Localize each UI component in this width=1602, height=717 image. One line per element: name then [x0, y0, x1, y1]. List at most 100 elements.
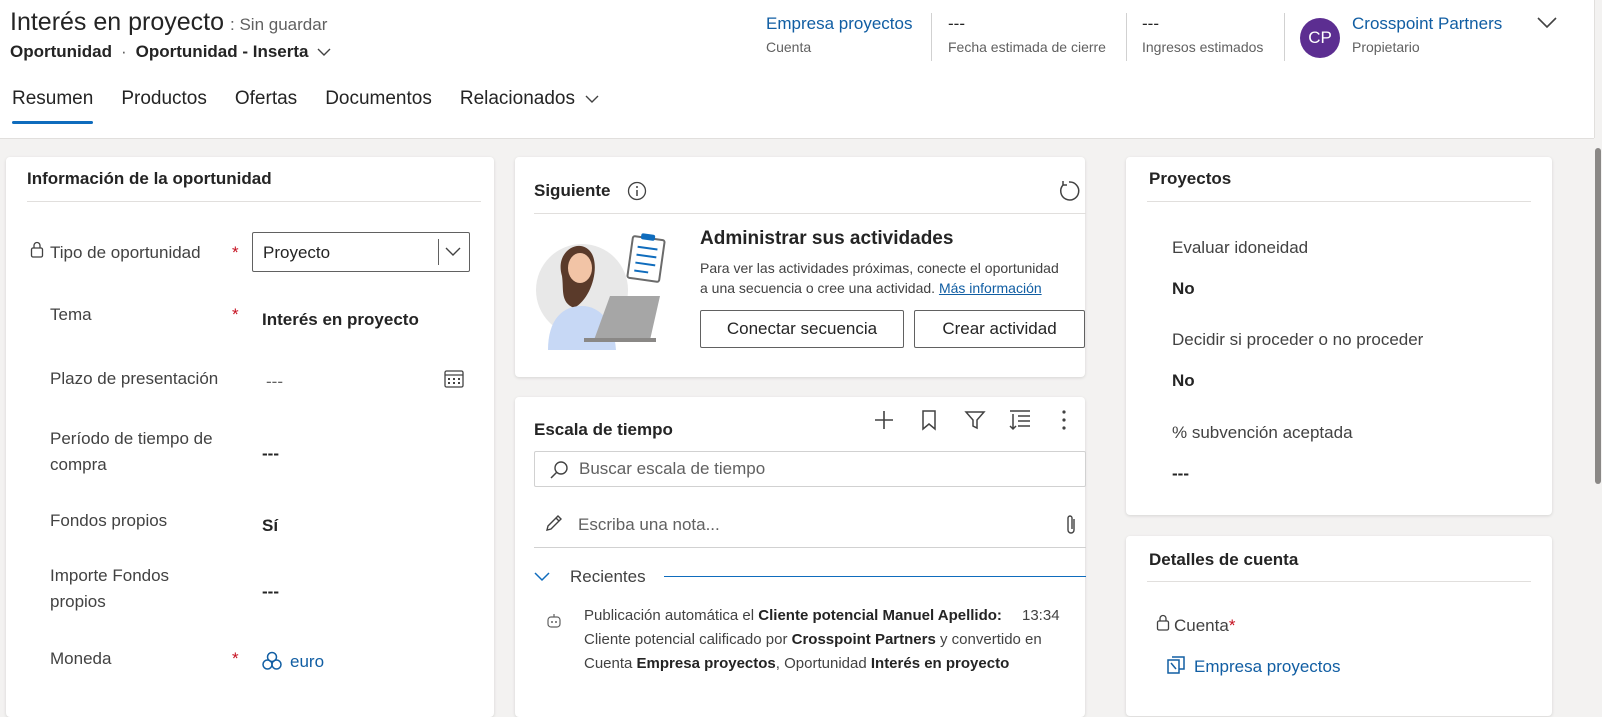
section-title: Información de la oportunidad [27, 169, 272, 188]
sort-icon[interactable] [1008, 409, 1032, 431]
field-label-text: Cuenta [1174, 616, 1229, 635]
post-opportunity: Interés en proyecto [870, 655, 1010, 672]
bot-icon [547, 614, 561, 628]
go-no-go-value[interactable]: No [1172, 371, 1195, 391]
own-funds-amount-value[interactable]: --- [262, 582, 279, 602]
info-icon[interactable] [627, 181, 647, 201]
header-divider [931, 13, 932, 61]
tab-label: Productos [121, 88, 207, 109]
tab-list: Resumen Productos Ofertas Documentos Rel… [12, 88, 627, 124]
required-marker: * [1228, 616, 1236, 635]
field-label-own-funds-amount: Importe Fondos propios [50, 563, 169, 615]
label-line: compra [50, 455, 107, 474]
post-text: Cliente potencial calificado por [584, 631, 788, 648]
create-activity-button[interactable]: Crear actividad [914, 310, 1085, 348]
post-text: Cuenta [584, 655, 633, 672]
pencil-icon [546, 515, 562, 531]
record-subtitle: Oportunidad · Oportunidad - Inserta [10, 42, 331, 62]
post-subject: Cliente potencial Manuel Apellido: [758, 607, 1002, 624]
currency-link[interactable]: euro [290, 652, 324, 672]
own-funds-value[interactable]: Sí [262, 516, 278, 536]
opportunity-type-select[interactable]: Proyecto [252, 232, 470, 272]
filter-icon[interactable] [964, 409, 986, 431]
bookmark-icon[interactable] [920, 409, 938, 431]
field-label-opportunity-type: Tipo de oportunidad [50, 243, 201, 262]
currency-icon [262, 651, 282, 670]
section-divider [27, 201, 481, 202]
refresh-icon[interactable] [1057, 179, 1081, 203]
header-field-close-date: --- Fecha estimada de cierre [948, 14, 1106, 55]
topic-value[interactable]: Interés en proyecto [262, 310, 419, 330]
field-label-account: Cuenta* [1174, 616, 1235, 636]
activities-illustration [536, 233, 666, 350]
save-status: : Sin guardar [230, 15, 328, 34]
label-line: Período de tiempo de [50, 429, 213, 448]
page-scrollbar[interactable] [1594, 138, 1602, 703]
chevron-down-icon [1537, 17, 1557, 29]
section-title: Escala de tiempo [534, 420, 673, 439]
connect-sequence-button[interactable]: Conectar secuencia [700, 310, 904, 348]
scrollbar-thumb[interactable] [1595, 148, 1601, 484]
note-composer[interactable]: Escriba una nota... [534, 503, 1086, 548]
account-entity-icon [1167, 656, 1185, 674]
account-link[interactable]: Empresa proyectos [766, 14, 912, 34]
timeline-search-box[interactable] [534, 451, 1086, 487]
add-icon[interactable] [873, 409, 895, 431]
tab-ofertas[interactable]: Ofertas [235, 88, 297, 124]
more-options-icon[interactable] [1060, 409, 1068, 431]
field-label-topic: Tema [50, 305, 92, 324]
header-field-label: Cuenta [766, 39, 812, 55]
chevron-down-icon [534, 572, 550, 582]
calendar-icon[interactable] [444, 369, 464, 388]
post-text: y convertido en [940, 631, 1042, 648]
record-title-text: Interés en proyecto [10, 8, 225, 36]
header-field-value: --- [1142, 14, 1159, 33]
recent-divider [664, 576, 1086, 577]
field-label-grant-accepted: % subvención aceptada [1172, 423, 1353, 442]
label-line: Importe Fondos [50, 566, 170, 585]
section-title: Siguiente [534, 181, 611, 200]
purchase-timeframe-value[interactable]: --- [262, 444, 279, 464]
chevron-down-icon [445, 247, 461, 256]
header-edge [1594, 0, 1595, 138]
tab-label: Resumen [12, 88, 94, 109]
post-user: Crosspoint Partners [791, 631, 936, 648]
tab-resumen[interactable]: Resumen [12, 88, 94, 124]
deadline-value[interactable]: --- [266, 372, 283, 392]
body-line: a una secuencia o cree una actividad. Má… [700, 278, 1090, 298]
owner-link[interactable]: Crosspoint Partners [1352, 14, 1502, 34]
header-divider [1284, 13, 1285, 61]
chevron-down-icon [317, 48, 330, 56]
post-account: Empresa proyectos [636, 655, 776, 672]
tab-relacionados[interactable]: Relacionados [460, 88, 599, 124]
tab-label: Documentos [325, 88, 432, 109]
required-marker: * [232, 305, 239, 324]
field-label-currency: Moneda [50, 649, 112, 668]
timeline-post[interactable]: Publicación automática el Cliente potenc… [584, 604, 1084, 676]
post-text: , Oportunidad [775, 655, 867, 672]
post-line: Cuenta Empresa proyectos, Oportunidad In… [584, 652, 1084, 676]
tab-documentos[interactable]: Documentos [325, 88, 432, 124]
evaluate-fit-value[interactable]: No [1172, 279, 1195, 299]
chevron-down-icon [585, 95, 599, 103]
recent-section-toggle[interactable]: Recientes [534, 567, 646, 587]
lock-icon [1156, 614, 1170, 631]
field-label-deadline: Plazo de presentación [50, 369, 219, 388]
learn-more-link[interactable]: Más información [939, 280, 1042, 296]
section-divider [1147, 201, 1531, 202]
form-selector[interactable]: Oportunidad - Inserta [136, 42, 331, 62]
tab-productos[interactable]: Productos [121, 88, 207, 124]
grant-accepted-value[interactable]: --- [1172, 464, 1189, 484]
attachment-icon[interactable] [1064, 513, 1078, 537]
body-text: a una secuencia o cree una actividad. [700, 280, 936, 296]
account-lookup-link[interactable]: Empresa proyectos [1194, 657, 1340, 677]
header-field-label: Propietario [1352, 39, 1420, 55]
timeline-search-input[interactable] [577, 458, 1061, 480]
header-field-value: --- [948, 14, 965, 33]
tab-label: Relacionados [459, 88, 575, 109]
record-header: Interés en proyecto : Sin guardar Oportun… [0, 0, 1594, 139]
tab-label: Ofertas [234, 88, 298, 109]
expand-header-button[interactable] [1536, 16, 1558, 35]
entity-name: Oportunidad [10, 42, 112, 61]
field-label-go-no-go: Decidir si proceder o no proceder [1172, 330, 1424, 349]
